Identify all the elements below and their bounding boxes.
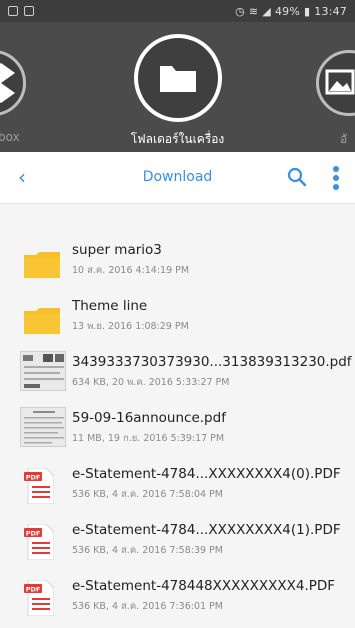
file-name: Theme line (72, 298, 148, 314)
signal-icon: ◢ (262, 4, 271, 18)
pdf-icon: PDF (24, 580, 54, 616)
file-name: e-Statement-4784...XXXXXXXX4(0).PDF (72, 466, 341, 482)
svg-text:PDF: PDF (26, 474, 41, 482)
file-meta: 536 KB, 4 ส.ค. 2016 7:58:04 PM (72, 489, 223, 500)
file-name: e-Statement-478448XXXXXXXXX4.PDF (72, 578, 336, 594)
device-folder-label: โฟลเดอร์ในเครื่อง (130, 132, 225, 146)
battery-percent: 49% (274, 4, 301, 18)
svg-text:PDF: PDF (26, 530, 41, 538)
alarm-icon: ◷ (235, 4, 245, 18)
file-name: 59-09-16announce.pdf (72, 410, 226, 426)
file-meta: 10 ส.ค. 2016 4:14:19 PM (72, 265, 190, 276)
status-indicators: ◷ ≋ ◢ 49% ▮ 13:47 (235, 5, 347, 18)
search-icon[interactable] (286, 166, 308, 188)
file-meta: 634 KB, 20 พ.ค. 2016 5:33:27 PM (72, 377, 230, 388)
battery-icon: ▮ (304, 4, 311, 18)
image-thumbnail-icon (20, 351, 66, 391)
folder-icon (160, 66, 196, 92)
file-name: 3439333730373930...313839313230.pdf (72, 354, 352, 370)
file-row[interactable]: PDF e-Statement-4784...XXXXXXXX4(0).PDF … (0, 456, 355, 512)
more-options-icon[interactable] (332, 165, 340, 191)
pdf-icon: PDF (24, 524, 54, 560)
svg-text:PDF: PDF (26, 586, 41, 594)
file-name: super mario3 (72, 242, 162, 258)
notification-icon (8, 6, 18, 16)
wifi-icon: ≋ (248, 4, 259, 18)
gallery-source-button[interactable] (316, 50, 355, 116)
file-meta: 536 KB, 4 ส.ค. 2016 7:58:39 PM (72, 545, 223, 556)
status-notifications (8, 6, 34, 16)
clock: 13:47 (314, 4, 347, 18)
file-row[interactable]: PDF e-Statement-478448XXXXXXXXX4.PDF 536… (0, 568, 355, 624)
file-meta: 11 MB, 19 ก.ย. 2016 5:39:17 PM (72, 433, 225, 444)
file-name: e-Statement-4784...XXXXXXXX4(1).PDF (72, 522, 341, 538)
toolbar: ‹ Download (0, 152, 355, 204)
file-list: super mario3 10 ส.ค. 2016 4:14:19 PM The… (0, 232, 355, 624)
device-folder-source-button[interactable] (134, 34, 222, 122)
image-thumbnail-icon (20, 407, 66, 447)
folder-icon (24, 308, 60, 334)
pdf-icon: PDF (24, 468, 54, 504)
dropbox-icon (0, 63, 15, 103)
file-row[interactable]: PDF e-Statement-4784...XXXXXXXX4(1).PDF … (0, 512, 355, 568)
file-meta: 13 พ.ย. 2016 1:08:29 PM (72, 321, 189, 332)
file-row[interactable]: 3439333730373930...313839313230.pdf 634 … (0, 344, 355, 400)
status-bar: ◷ ≋ ◢ 49% ▮ 13:47 (0, 0, 355, 22)
storage-source-carousel: box โฟลเดอร์ในเครื่อง อั (0, 22, 355, 152)
storage-icon (24, 6, 34, 16)
dropbox-source-button[interactable] (0, 50, 26, 116)
file-meta: 536 KB, 4 ส.ค. 2016 7:36:01 PM (72, 601, 223, 612)
file-row[interactable]: super mario3 10 ส.ค. 2016 4:14:19 PM (0, 232, 355, 288)
file-row[interactable]: 59-09-16announce.pdf 11 MB, 19 ก.ย. 2016… (0, 400, 355, 456)
file-row[interactable]: Theme line 13 พ.ย. 2016 1:08:29 PM (0, 288, 355, 344)
folder-icon (24, 252, 60, 278)
gallery-label: อั (340, 132, 348, 146)
image-icon (325, 69, 355, 95)
